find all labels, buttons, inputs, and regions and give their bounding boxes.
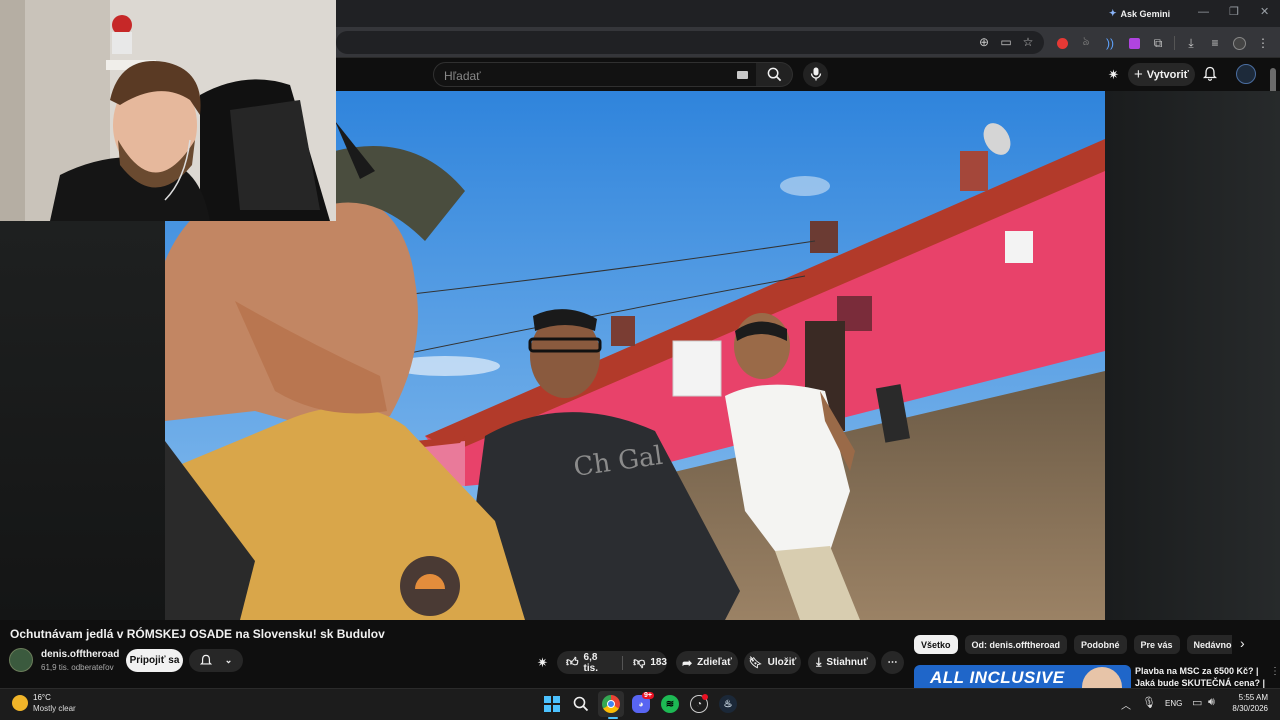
chips-next-arrow-icon[interactable]: › <box>1240 635 1245 651</box>
weather-condition: Mostly clear <box>33 704 76 713</box>
like-icon[interactable]: 👍︎ <box>566 655 579 670</box>
taskbar-search-icon[interactable] <box>573 696 589 717</box>
tray-chevron-up-icon[interactable]: ︿ <box>1121 697 1131 712</box>
steam-icon[interactable]: ♨ <box>719 695 737 713</box>
extension-purple-icon[interactable] <box>1126 35 1142 51</box>
active-app-indicator <box>608 717 618 719</box>
webcam-overlay <box>0 0 336 221</box>
share-button[interactable]: ➦ Zdieľať <box>676 651 738 674</box>
dislike-count[interactable]: 183 <box>650 657 667 668</box>
extensions-puzzle-icon[interactable]: ⧉ <box>1150 35 1166 51</box>
extension-gray-icon[interactable]: ঌ <box>1078 34 1094 51</box>
search-input[interactable]: Hľadať <box>433 62 757 87</box>
address-bar[interactable]: ⊕ ▭ ☆ <box>336 31 1044 54</box>
chip-recently-uploaded[interactable]: Nedávno nahran <box>1186 635 1232 654</box>
webcam-image <box>0 0 336 221</box>
notifications-dropdown-button[interactable]: ⌄ <box>189 649 243 672</box>
chrome-icon[interactable] <box>602 695 620 713</box>
voice-search-button[interactable] <box>803 62 828 87</box>
plus-icon: + <box>1134 66 1143 83</box>
thumbnail-text: ALL INCLUSIVE <box>930 668 1065 687</box>
volume-icon[interactable]: 🔊︎ <box>1208 696 1215 709</box>
more-actions-button[interactable]: ⋯ <box>881 651 904 674</box>
save-button[interactable]: 🔖︎ Uložiť <box>744 651 801 674</box>
subscriber-count: 61,9 tis. odberateľov <box>41 663 114 672</box>
close-icon[interactable]: ✕ <box>1260 5 1269 18</box>
account-avatar[interactable] <box>1236 64 1256 84</box>
extension-red-icon[interactable] <box>1054 35 1070 51</box>
restore-icon[interactable]: ❐ <box>1229 5 1239 18</box>
search-button[interactable] <box>756 62 793 87</box>
player-side-backdrop <box>1105 91 1280 620</box>
download-button[interactable]: ⤓ Stiahnuť <box>808 651 876 674</box>
chip-related[interactable]: Podobné <box>1074 635 1127 654</box>
discord-badge: 9+ <box>642 692 654 699</box>
thumbnail-face <box>1082 667 1122 688</box>
keyboard-icon[interactable] <box>737 71 748 79</box>
like-dislike-group: 👍︎ 6,8 tis. 👎︎ 183 <box>557 651 667 674</box>
profile-avatar-icon[interactable] <box>1231 35 1247 51</box>
share-icon: ➦ <box>682 655 693 670</box>
join-button[interactable]: Pripojiť sa <box>126 649 183 672</box>
bookmark-icon: 🔖︎ <box>748 657 763 669</box>
minimize-icon[interactable]: — <box>1198 6 1209 18</box>
extensions-area: ঌ )) ⧉ ⤓ ≡ ⋮ <box>1054 34 1271 51</box>
microphone-icon <box>810 67 822 81</box>
spotify-icon[interactable]: ≋ <box>661 695 679 713</box>
gemini-icon: ✦ <box>1109 8 1117 18</box>
zoom-icon[interactable]: ⊕ <box>976 34 992 50</box>
recommendation-title[interactable]: Plavba na MSC za 6500 Kč? | Jaká bude SK… <box>1135 665 1265 689</box>
language-indicator[interactable]: ENG <box>1165 699 1182 708</box>
ai-sparkle-icon[interactable]: ✷ <box>1108 67 1124 83</box>
related-chips-bar: Všetko Od: denis.offtheroad Podobné Pre … <box>914 635 1232 654</box>
ask-gemini-button[interactable]: ✦ Ask Gemini <box>1109 8 1170 19</box>
like-count[interactable]: 6,8 tis. <box>584 652 613 674</box>
player-left-backdrop <box>0 221 165 620</box>
create-button[interactable]: + Vytvoriť <box>1128 63 1195 86</box>
bell-icon <box>199 654 212 665</box>
clock-date[interactable]: 8/30/2026 <box>1228 704 1268 713</box>
bookmark-star-icon[interactable]: ☆ <box>1020 34 1036 50</box>
clock-time[interactable]: 5:55 AM <box>1228 693 1268 702</box>
network-icon[interactable]: ▭ <box>1192 696 1202 709</box>
chip-all[interactable]: Všetko <box>914 635 958 654</box>
extension-blue-icon[interactable]: )) <box>1102 35 1118 51</box>
windows-start-icon[interactable] <box>544 696 560 712</box>
notifications-bell-icon[interactable] <box>1202 66 1218 84</box>
download-icon: ⤓ <box>816 655 822 669</box>
recommendation-more-icon[interactable]: ⋮ <box>1270 666 1280 677</box>
video-title: Ochutnávam jedlá v RÓMSKEJ OSADE na Slov… <box>10 627 385 641</box>
notification-dot <box>702 694 708 700</box>
media-control-icon[interactable]: ≡ <box>1207 35 1223 51</box>
weather-temperature[interactable]: 16°C <box>33 693 51 702</box>
chip-from-channel[interactable]: Od: denis.offtheroad <box>964 635 1068 654</box>
channel-avatar[interactable] <box>9 648 33 672</box>
tray-microphone-icon[interactable]: 🎙︎ <box>1142 696 1156 709</box>
dislike-icon[interactable]: 👎︎ <box>633 655 645 670</box>
download-icon[interactable]: ⤓ <box>1183 35 1199 51</box>
channel-name[interactable]: denis.offtheroad <box>41 649 119 660</box>
menu-kebab-icon[interactable]: ⋮ <box>1255 35 1271 51</box>
chip-for-you[interactable]: Pre vás <box>1133 635 1180 654</box>
search-icon <box>767 67 782 82</box>
more-horizontal-icon: ⋯ <box>887 657 898 668</box>
cast-icon[interactable]: ▭ <box>998 34 1014 50</box>
recommendation-thumbnail[interactable]: ALL INCLUSIVE <box>914 665 1131 688</box>
ai-sparkle-icon[interactable]: ✷ <box>537 655 548 671</box>
chevron-down-icon: ⌄ <box>224 655 233 665</box>
weather-moon-icon[interactable] <box>12 695 28 711</box>
